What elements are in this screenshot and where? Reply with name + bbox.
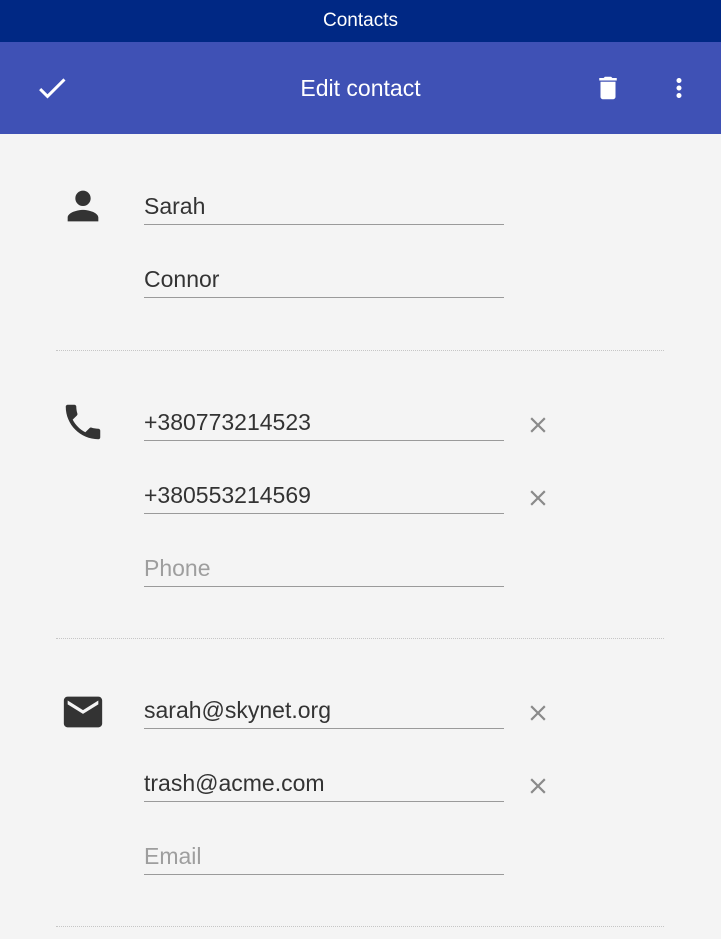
person-section-icon bbox=[59, 182, 107, 230]
remove-email-button[interactable] bbox=[522, 770, 554, 802]
email-field bbox=[144, 690, 504, 729]
remove-email-button[interactable] bbox=[522, 697, 554, 729]
phone-field bbox=[144, 402, 504, 441]
close-icon bbox=[530, 778, 546, 794]
email-input[interactable] bbox=[144, 770, 504, 797]
phone-icon bbox=[65, 404, 101, 440]
new-email-input[interactable] bbox=[144, 843, 504, 870]
remove-phone-button[interactable] bbox=[522, 409, 554, 441]
toolbar: Edit contact bbox=[0, 42, 721, 134]
section-divider bbox=[56, 350, 664, 351]
status-bar: Contacts bbox=[0, 0, 721, 42]
new-phone-field bbox=[144, 548, 504, 587]
last-name-input[interactable] bbox=[144, 266, 504, 293]
more-options-button[interactable] bbox=[653, 62, 705, 114]
last-name-field bbox=[144, 259, 504, 298]
close-icon bbox=[530, 417, 546, 433]
person-icon bbox=[67, 190, 99, 222]
email-icon bbox=[63, 696, 103, 728]
email-input[interactable] bbox=[144, 697, 504, 724]
phone-section-icon bbox=[59, 398, 107, 446]
trash-icon bbox=[599, 76, 617, 100]
section-divider bbox=[56, 638, 664, 639]
check-icon bbox=[39, 78, 66, 99]
email-field bbox=[144, 763, 504, 802]
close-icon bbox=[530, 490, 546, 506]
save-button[interactable] bbox=[26, 62, 78, 114]
more-vert-icon bbox=[676, 78, 682, 98]
section-divider bbox=[56, 926, 664, 927]
email-section-icon bbox=[59, 688, 107, 736]
phone-input[interactable] bbox=[144, 409, 504, 436]
phone-input[interactable] bbox=[144, 482, 504, 509]
close-icon bbox=[530, 705, 546, 721]
new-email-field bbox=[144, 836, 504, 875]
new-phone-input[interactable] bbox=[144, 555, 504, 582]
first-name-field bbox=[144, 186, 504, 225]
remove-phone-button[interactable] bbox=[522, 482, 554, 514]
phone-field bbox=[144, 475, 504, 514]
app-name: Contacts bbox=[323, 10, 398, 31]
first-name-input[interactable] bbox=[144, 193, 504, 220]
delete-button[interactable] bbox=[582, 62, 634, 114]
